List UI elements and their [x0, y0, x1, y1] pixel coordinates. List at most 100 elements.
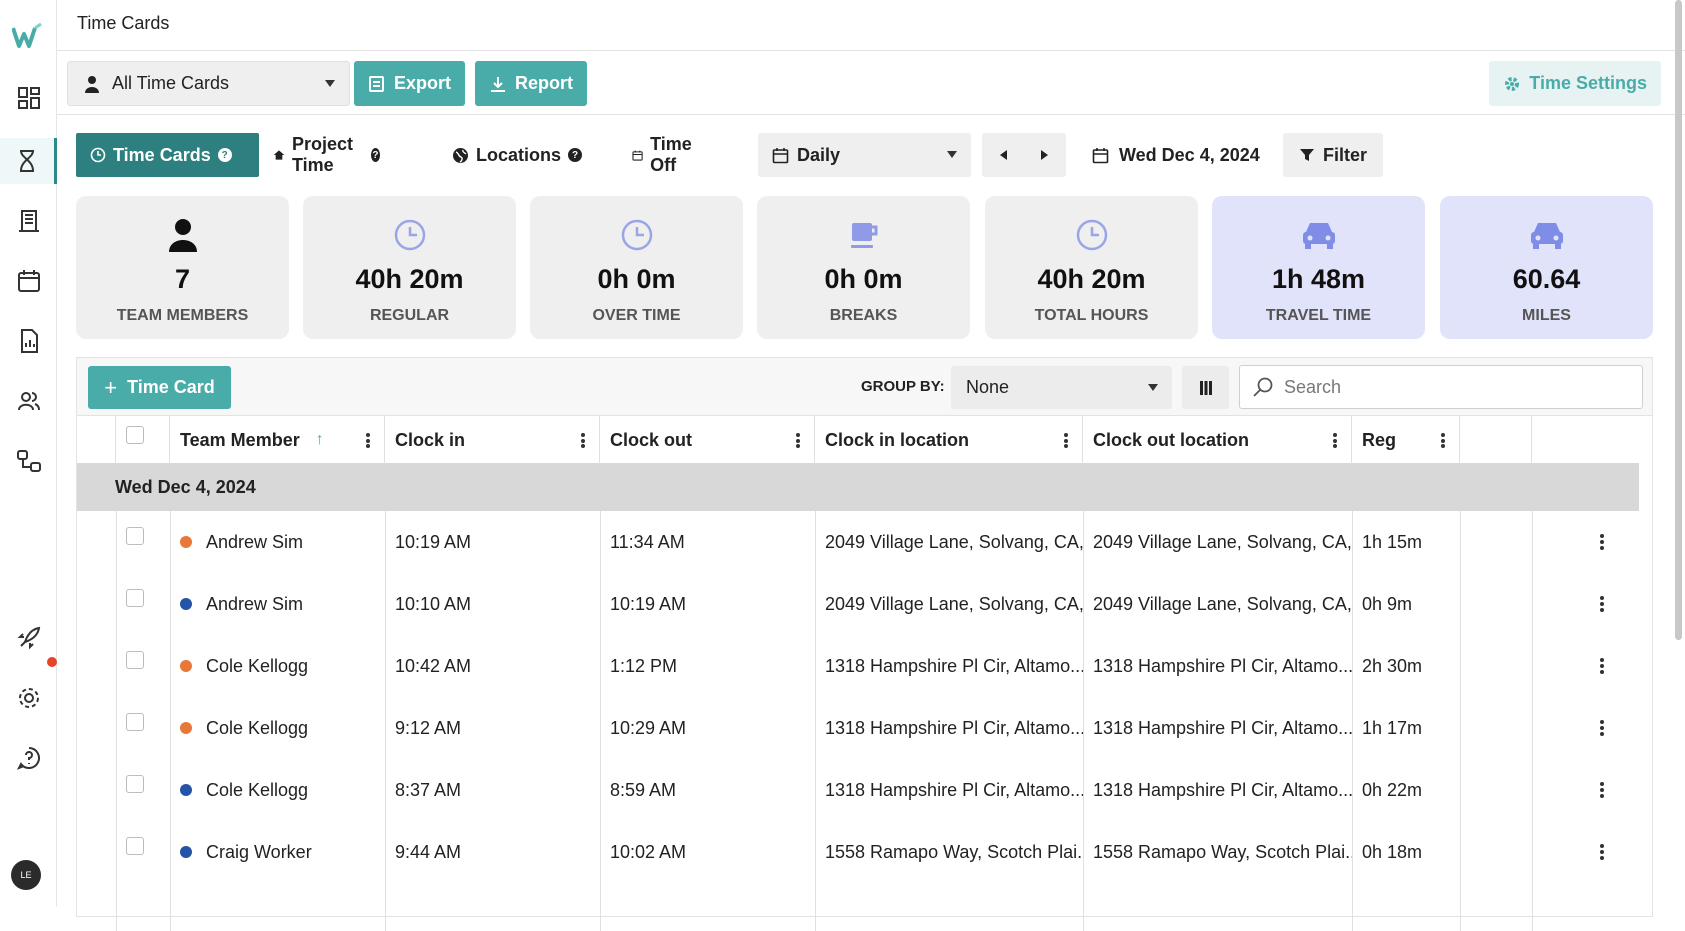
team-member-cell[interactable]: Cole Kellogg — [170, 697, 385, 759]
tab-project-time[interactable]: Project Time ? — [259, 133, 394, 177]
person-icon — [85, 75, 99, 93]
row-menu-icon[interactable] — [1600, 782, 1604, 798]
table-row[interactable]: Cole Kellogg 10:42 AM 1:12 PM 1318 Hamps… — [77, 635, 1639, 697]
top-bar: Time Cards — [57, 0, 1685, 51]
tab-project-time-label: Project Time — [291, 134, 354, 175]
column-header-clock-out[interactable]: Clock out — [600, 416, 815, 464]
clock-in-cell: 8:37 AM — [395, 779, 462, 800]
stat-label: MILES — [1522, 307, 1571, 324]
sidebar-item-jobs[interactable] — [0, 198, 57, 244]
row-menu-icon[interactable] — [1600, 844, 1604, 860]
sidebar-item-time[interactable] — [0, 138, 57, 184]
column-header-label: Clock out location — [1093, 429, 1250, 450]
table-row[interactable]: Andrew Sim 10:19 AM 11:34 AM 2049 Villag… — [77, 511, 1639, 573]
filter-button[interactable]: Filter — [1283, 133, 1383, 177]
chevron-down-icon — [947, 151, 957, 158]
columns-button[interactable] — [1182, 366, 1229, 409]
table-row[interactable]: Craig Worker 9:44 AM 10:02 AM 1558 Ramap… — [77, 821, 1639, 883]
row-menu-icon[interactable] — [1600, 658, 1604, 674]
stat-card-team-members: 7 TEAM MEMBERS — [76, 196, 289, 339]
column-menu-icon[interactable] — [1064, 433, 1068, 448]
column-menu-icon[interactable] — [581, 433, 585, 448]
sidebar-item-schedule[interactable] — [0, 258, 57, 304]
notification-dot — [47, 657, 57, 667]
stat-label: TRAVEL TIME — [1265, 307, 1372, 324]
stat-value: 1h 48m — [1271, 264, 1366, 294]
team-member-cell[interactable]: Craig Worker — [170, 821, 385, 883]
team-member-cell[interactable]: Cole Kellogg — [170, 759, 385, 821]
row-checkbox[interactable] — [126, 837, 144, 855]
sidebar-item-getting-started[interactable] — [0, 615, 57, 661]
group-by-label: GROUP BY: — [861, 378, 945, 395]
column-menu-icon[interactable] — [1441, 433, 1445, 448]
help-icon[interactable]: ? — [217, 148, 232, 162]
avatar[interactable]: LE — [11, 860, 41, 890]
sidebar-item-reports[interactable] — [0, 318, 57, 364]
export-button[interactable]: Export — [354, 61, 466, 106]
tab-time-cards-label: Time Cards — [113, 144, 211, 165]
clock-in-cell: 10:10 AM — [395, 593, 472, 614]
stat-value: 40h 20m — [1037, 264, 1146, 294]
app-logo-icon[interactable] — [12, 22, 42, 50]
column-header-clock-in[interactable]: Clock in — [385, 416, 600, 464]
row-checkbox[interactable] — [126, 651, 144, 669]
report-button[interactable]: Report — [475, 61, 587, 106]
row-menu-icon[interactable] — [1600, 720, 1604, 736]
row-checkbox[interactable] — [126, 713, 144, 731]
clock-in-location-cell: 1558 Ramapo Way, Scotch Plai... — [825, 841, 1083, 862]
group-by-select[interactable]: None — [951, 366, 1172, 409]
table-row[interactable]: Andrew Sim 10:10 AM 10:19 AM 2049 Villag… — [77, 573, 1639, 635]
clock-in-location-cell: 1318 Hampshire Pl Cir, Altamo... — [825, 717, 1083, 738]
sidebar-item-dashboard[interactable] — [0, 75, 57, 121]
tab-time-off[interactable]: Time Off — [618, 133, 712, 177]
time-cards-filter-select[interactable]: All Time Cards — [67, 61, 350, 106]
row-checkbox[interactable] — [126, 775, 144, 793]
next-day-button[interactable] — [1041, 150, 1048, 160]
column-header-label: Clock in location — [825, 429, 970, 450]
row-checkbox[interactable] — [126, 527, 144, 545]
search-input[interactable] — [1284, 376, 1624, 398]
select-all-checkbox[interactable] — [126, 426, 144, 444]
sidebar-item-team[interactable] — [0, 378, 57, 424]
sidebar-item-integrations[interactable] — [0, 438, 57, 484]
hourglass-icon — [20, 150, 34, 172]
group-row-label: Wed Dec 4, 2024 — [115, 477, 256, 497]
add-time-card-button[interactable]: + Time Card — [88, 366, 231, 409]
row-menu-icon[interactable] — [1600, 534, 1604, 550]
team-member-cell[interactable]: Andrew Sim — [170, 511, 385, 573]
team-member-name: Craig Worker — [206, 841, 312, 862]
car-icon — [1530, 223, 1563, 249]
date-picker[interactable]: Wed Dec 4, 2024 — [1078, 133, 1274, 177]
sidebar-item-help[interactable] — [0, 735, 57, 781]
sort-ascending-icon[interactable]: ↑ — [316, 431, 324, 449]
period-select[interactable]: Daily — [758, 133, 971, 177]
clock-out-cell: 10:19 AM — [610, 593, 687, 614]
row-menu-icon[interactable] — [1600, 596, 1604, 612]
sidebar-item-settings[interactable] — [0, 675, 57, 721]
help-chat-icon — [16, 747, 40, 770]
row-checkbox[interactable] — [126, 589, 144, 607]
help-icon[interactable]: ? — [568, 148, 583, 162]
status-dot — [180, 722, 192, 734]
page-scrollbar[interactable] — [1673, 0, 1683, 640]
column-header-clock-out-location[interactable]: Clock out location — [1083, 416, 1352, 464]
column-menu-icon[interactable] — [1333, 433, 1337, 448]
table-row[interactable]: Cole Kellogg 9:12 AM 10:29 AM 1318 Hamps… — [77, 697, 1639, 759]
previous-day-button[interactable] — [1000, 150, 1007, 160]
stat-label: TOTAL HOURS — [1034, 307, 1149, 324]
table-row[interactable]: Cole Kellogg 8:37 AM 8:59 AM 1318 Hampsh… — [77, 759, 1639, 821]
time-settings-button[interactable]: Time Settings — [1489, 61, 1661, 106]
tab-time-cards[interactable]: Time Cards ? — [76, 133, 259, 177]
column-header-reg[interactable]: Reg — [1352, 416, 1460, 464]
column-header-team-member[interactable]: Team Member ↑ — [170, 416, 385, 464]
tab-locations[interactable]: Locations ? — [438, 133, 596, 177]
row-select-cell — [116, 697, 170, 759]
column-menu-icon[interactable] — [796, 433, 800, 448]
tab-time-off-label: Time Off — [650, 134, 692, 175]
help-icon[interactable]: ? — [370, 148, 381, 162]
column-header-clock-in-location[interactable]: Clock in location — [815, 416, 1083, 464]
team-member-cell[interactable]: Cole Kellogg — [170, 635, 385, 697]
team-member-cell[interactable]: Andrew Sim — [170, 573, 385, 635]
sidebar: LE — [0, 0, 57, 907]
column-menu-icon[interactable] — [366, 433, 370, 448]
